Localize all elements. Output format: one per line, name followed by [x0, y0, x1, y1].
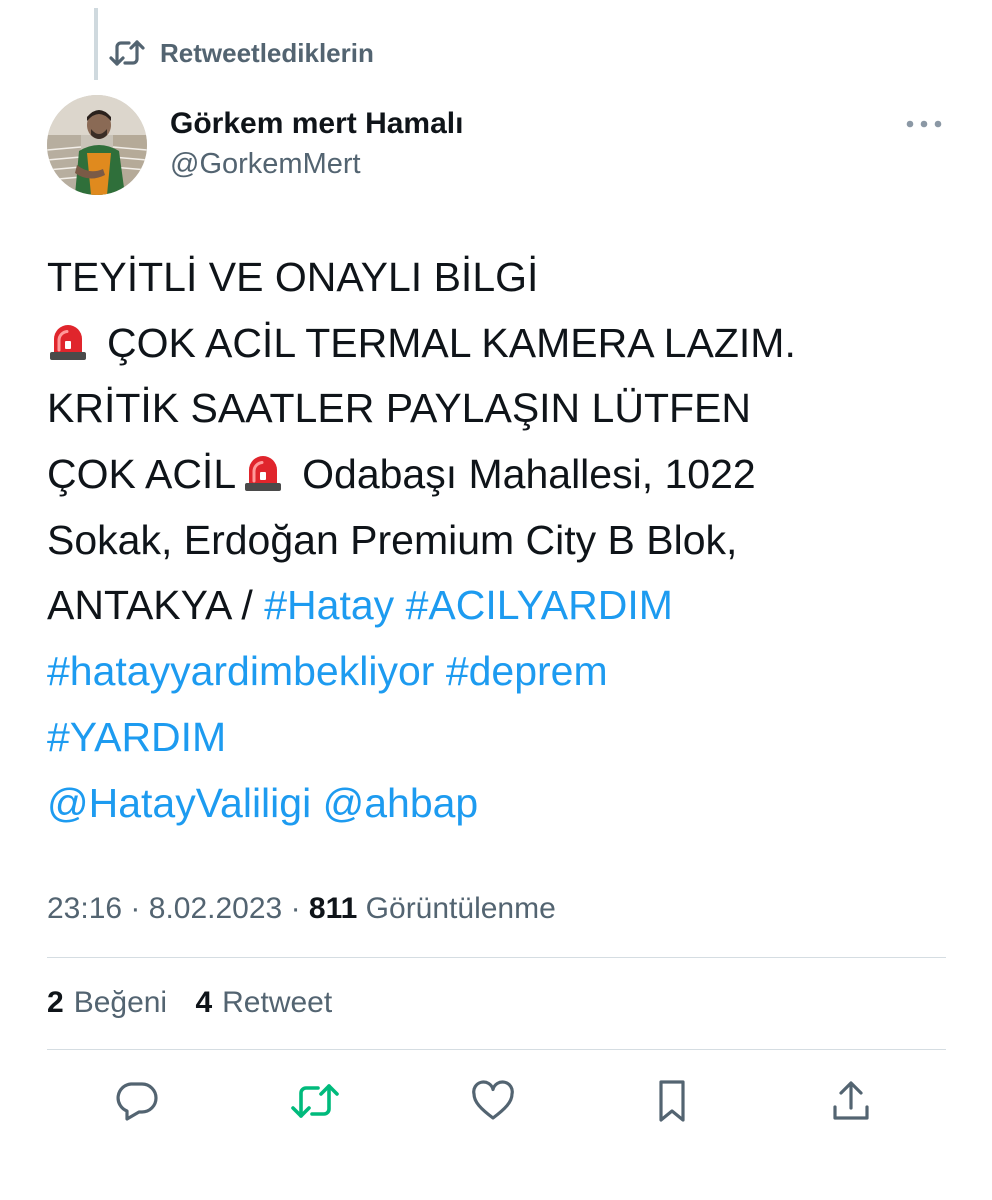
- tweet-line: Sokak, Erdoğan Premium City B Blok,: [47, 508, 967, 574]
- police-siren-emoji-icon: [47, 315, 89, 381]
- retweets-label: Retweet: [222, 986, 333, 1019]
- like-button[interactable]: [465, 1076, 521, 1130]
- retweet-context-label: Retweetlediklerin: [160, 37, 374, 68]
- tweet-time[interactable]: 23:16: [47, 892, 122, 925]
- retweet-icon: [290, 1082, 340, 1125]
- bookmark-button[interactable]: [644, 1076, 700, 1130]
- like-icon: [471, 1079, 515, 1126]
- mention-link-ahbap[interactable]: @ahbap: [323, 780, 479, 826]
- tweet-text-segment: ÇOK ACİL: [47, 451, 237, 498]
- likes-stat[interactable]: 2 Beğeni: [47, 986, 167, 1019]
- more-icon: [906, 115, 942, 133]
- police-siren-emoji-icon: [242, 446, 284, 512]
- hashtag-link-deprem[interactable]: #deprem: [446, 648, 608, 694]
- share-button[interactable]: [823, 1076, 879, 1130]
- retweets-count: 4: [195, 986, 213, 1019]
- retweets-stat[interactable]: 4 Retweet: [195, 986, 332, 1019]
- tweet-line: ÇOK ACİL Odabaşı Mahallesi, 1022: [47, 442, 967, 508]
- hashtag-link-hatay[interactable]: #Hatay: [264, 582, 394, 628]
- views-label: Görüntülenme: [365, 892, 556, 925]
- likes-count: 2: [47, 986, 64, 1019]
- tweet-text: TEYİTLİ VE ONAYLI BİLGİ ÇOK ACİL TERMAL …: [47, 245, 967, 836]
- tweet-stats: 2 Beğeni 4 Retweet: [47, 980, 352, 1026]
- thread-connector-line: [94, 8, 98, 80]
- retweet-context[interactable]: Retweetlediklerin: [108, 33, 374, 73]
- tweet-text-segment: ANTAKYA /: [47, 582, 253, 629]
- avatar[interactable]: [47, 95, 147, 195]
- divider: [47, 957, 946, 958]
- tweet-text-segment: KRİTİK SAATLER PAYLAŞIN LÜTFEN: [47, 385, 752, 432]
- tweet-text-segment: ÇOK ACİL TERMAL KAMERA LAZIM.: [107, 319, 796, 366]
- author-handle[interactable]: @GorkemMert: [170, 144, 463, 184]
- tweet-line: ÇOK ACİL TERMAL KAMERA LAZIM.: [47, 311, 967, 377]
- tweet-line: #hatayyardimbekliyor #deprem: [47, 639, 967, 705]
- divider: [47, 1049, 946, 1050]
- hashtag-link-yardim[interactable]: #YARDIM: [47, 714, 226, 760]
- tweet-line: #YARDIM: [47, 705, 967, 771]
- meta-separator: ·: [130, 892, 141, 925]
- hashtag-link-hatayyardimbekliyor[interactable]: #hatayyardimbekliyor: [47, 648, 434, 694]
- mention-link-hatayvaliligi[interactable]: @HatayValiligi: [47, 780, 311, 826]
- tweet-text-segment: Odabaşı Mahallesi, 1022: [302, 451, 756, 498]
- hashtag-link-acilyardim[interactable]: #ACILYARDIM: [406, 582, 673, 628]
- author-info[interactable]: Görkem mert Hamalı @GorkemMert: [170, 104, 463, 184]
- tweet-line: KRİTİK SAATLER PAYLAŞIN LÜTFEN: [47, 376, 967, 442]
- tweet-line: TEYİTLİ VE ONAYLI BİLGİ: [47, 245, 967, 311]
- tweet-line: @HatayValiligi @ahbap: [47, 771, 967, 837]
- likes-label: Beğeni: [73, 986, 168, 1019]
- share-icon: [831, 1080, 871, 1127]
- tweet-meta: 23:16 · 8.02.2023 · 811 Görüntülenme: [47, 886, 556, 932]
- bookmark-icon: [656, 1079, 688, 1128]
- meta-separator: ·: [290, 892, 301, 925]
- tweet-text-segment: Sokak, Erdoğan Premium City B Blok,: [47, 516, 738, 563]
- reply-button[interactable]: [109, 1076, 165, 1130]
- tweet-text-segment: TEYİTLİ VE ONAYLI BİLGİ: [47, 254, 539, 300]
- tweet-date[interactable]: 8.02.2023: [149, 892, 282, 925]
- reply-icon: [115, 1081, 159, 1126]
- retweet-button[interactable]: [287, 1076, 343, 1130]
- retweet-icon: [108, 38, 146, 68]
- more-options-button[interactable]: [900, 105, 948, 143]
- tweet-action-bar: [0, 1076, 992, 1130]
- tweet-line: ANTAKYA / #Hatay #ACILYARDIM: [47, 573, 967, 639]
- views-count: 811: [308, 892, 358, 925]
- author-display-name[interactable]: Görkem mert Hamalı: [170, 104, 463, 144]
